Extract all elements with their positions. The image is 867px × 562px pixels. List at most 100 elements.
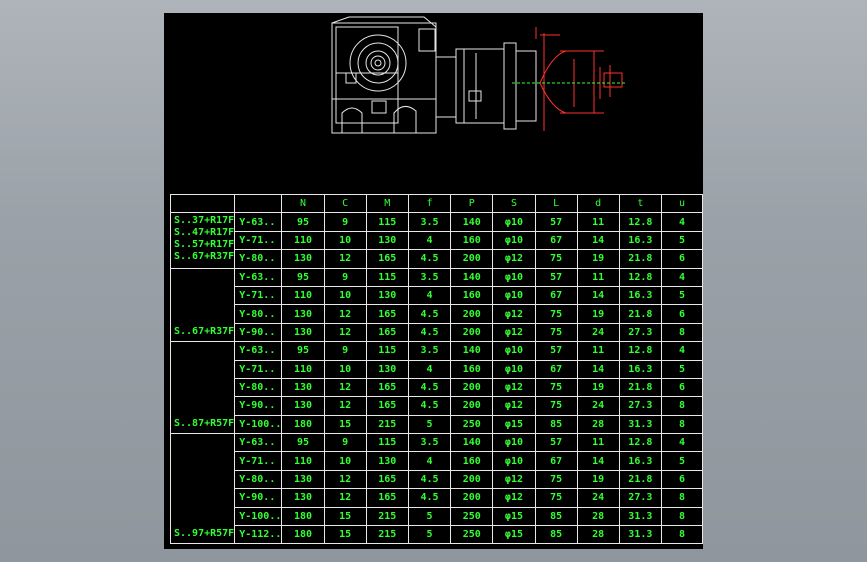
dimension-cell: 130: [281, 377, 325, 398]
dimension-cell: φ12: [492, 249, 536, 269]
dimension-cell: 21.8: [618, 249, 663, 269]
dimension-cell: 12.8: [618, 267, 663, 287]
motor-frame-cell: Y-80..: [234, 304, 283, 324]
dimension-cell: 115: [365, 433, 409, 453]
dimension-cell: 75: [534, 249, 578, 269]
dimension-cell: 31.3: [618, 525, 663, 545]
dimension-cell: 24: [576, 488, 620, 508]
dimension-cell: 24: [576, 322, 620, 343]
dimension-cell: 180: [281, 525, 325, 545]
reducer-model-name: S..97+R57F: [174, 528, 235, 540]
dimension-cell: 200: [450, 304, 494, 324]
dimension-cell: 12: [323, 488, 367, 508]
dimension-cell: 31.3: [618, 506, 663, 527]
dimension-cell: 5: [407, 506, 452, 527]
dimension-cell: 6: [661, 304, 703, 324]
motor-adapter: [435, 42, 537, 130]
table-row: Y-71.. 110 10 130 4 160 φ10 67 14 16.3 5: [171, 285, 703, 306]
dimension-cell: φ12: [492, 322, 536, 343]
dimension-cell: 67: [534, 285, 578, 306]
column-header: L: [534, 193, 578, 214]
dimension-cell: 165: [365, 488, 409, 508]
dimension-cell: 12: [323, 469, 367, 490]
dimension-cell: 250: [450, 506, 494, 527]
dimension-cell: 95: [281, 267, 325, 287]
column-header: P: [450, 193, 494, 214]
motor-frame-cell: Y-71..: [234, 451, 283, 471]
dimension-cell: 12: [323, 377, 367, 398]
dimension-cell: 14: [576, 230, 620, 251]
dimension-cell: 75: [534, 304, 578, 324]
dimension-cell: φ15: [492, 414, 536, 435]
motor-frame-cell: Y-63..: [234, 267, 283, 287]
dimension-cell: 5: [661, 230, 703, 251]
dimension-cell: 3.5: [407, 341, 452, 361]
dimension-cell: 11: [576, 267, 620, 287]
dimension-cell: 8: [661, 322, 703, 343]
column-header: [169, 193, 236, 214]
dimension-cell: 215: [365, 525, 409, 545]
dimension-cell: 165: [365, 377, 409, 398]
dimension-cell: 8: [661, 525, 703, 545]
dimension-cell: 130: [281, 469, 325, 490]
gearmotor-drawing: [331, 16, 626, 134]
table-row: Y-71.. 110 10 130 4 160 φ10 67 14 16.3 5: [171, 359, 703, 379]
dimension-cell: 95: [281, 212, 325, 232]
dimension-cell: 12.8: [618, 341, 663, 361]
dimension-cell: 130: [281, 304, 325, 324]
dimension-cell: 200: [450, 469, 494, 490]
dimension-cell: 15: [323, 506, 367, 527]
dimension-cell: 130: [365, 359, 409, 379]
dimension-cell: 27.3: [618, 396, 663, 416]
dimension-cell: 110: [281, 285, 325, 306]
motor-frame-cell: Y-80..: [234, 469, 283, 490]
dimension-cell: 75: [534, 322, 578, 343]
dimension-cell: 4.5: [407, 249, 452, 269]
dimension-cell: 215: [365, 506, 409, 527]
dimension-cell: 12: [323, 249, 367, 269]
dimension-cell: 16.3: [618, 230, 663, 251]
motor-frame-cell: Y-71..: [234, 285, 283, 306]
dimension-cell: 57: [534, 212, 578, 232]
dimension-cell: 4.5: [407, 304, 452, 324]
reducer-model-label: S..67+R37F: [169, 267, 236, 343]
motor-frame-cell: Y-63..: [234, 341, 283, 361]
table-row: Y-90.. 130 12 165 4.5 200 φ12 75 24 27.3 8: [171, 488, 703, 508]
dimension-cell: 12: [323, 322, 367, 343]
dimension-cell: 10: [323, 230, 367, 251]
dimension-cell: 27.3: [618, 322, 663, 343]
motor-frame-cell: Y-71..: [234, 230, 283, 251]
dimension-cell: 165: [365, 322, 409, 343]
dimension-cell: 16.3: [618, 359, 663, 379]
dimension-cell: 4.5: [407, 322, 452, 343]
dimension-cell: 85: [534, 414, 578, 435]
dimension-cell: 215: [365, 414, 409, 435]
dimension-cell: φ12: [492, 304, 536, 324]
drawing-sheet: N C Mf P S Ld t u S..37+R17F S..47+R17F S..57+R17F…: [164, 13, 703, 549]
dimension-cell: 3.5: [407, 267, 452, 287]
dimension-cell: 200: [450, 249, 494, 269]
dimension-cell: 130: [281, 396, 325, 416]
dimension-cell: 19: [576, 377, 620, 398]
dimension-cell: 4: [661, 212, 703, 232]
dimension-cell: 130: [281, 488, 325, 508]
table-row: S..87+R57F Y-63.. 95 9 115 3.5 140 φ10 57 11 12.8 4: [169, 341, 703, 435]
motor-frame-cell: Y-100..: [234, 414, 283, 435]
dimension-cell: 4.5: [407, 469, 452, 490]
dimension-cell: 9: [323, 433, 367, 453]
dimension-cell: 11: [576, 212, 620, 232]
dimension-cell: φ12: [492, 396, 536, 416]
motor-frame-cell: Y-90..: [234, 322, 283, 343]
dimension-cell: φ10: [492, 267, 536, 287]
dimension-cell: 130: [281, 322, 325, 343]
dimension-cell: 21.8: [618, 304, 663, 324]
dimension-cell: φ12: [492, 377, 536, 398]
reducer-model-name: S..67+R37F: [174, 326, 235, 338]
dimension-cell: 8: [661, 488, 703, 508]
dimension-cell: 95: [281, 433, 325, 453]
dimension-cell: 200: [450, 322, 494, 343]
dimension-cell: 250: [450, 525, 494, 545]
dimension-cell: 75: [534, 469, 578, 490]
dimension-cell: 19: [576, 304, 620, 324]
dimension-cell: 115: [365, 341, 409, 361]
